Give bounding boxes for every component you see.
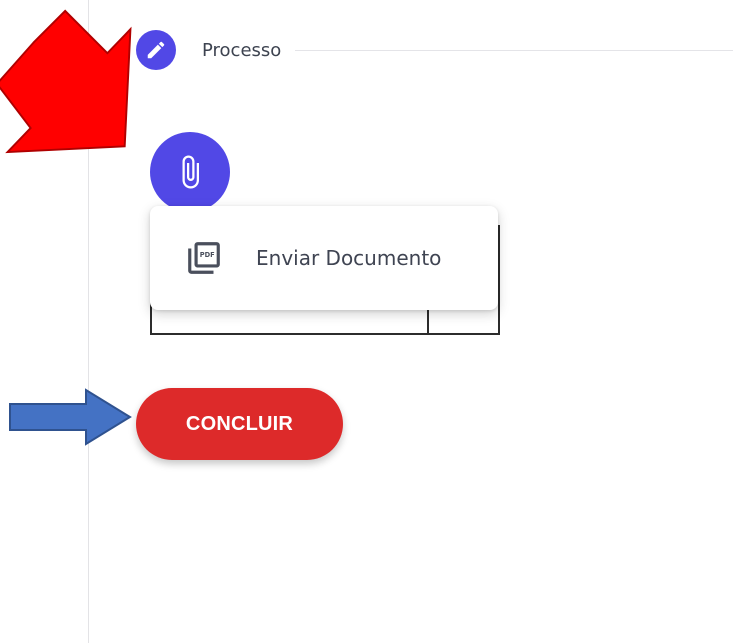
blue-arrow-annotation — [9, 388, 132, 446]
section-header: Processo — [136, 30, 733, 70]
red-arrow-annotation — [0, 9, 132, 154]
paperclip-icon — [182, 155, 199, 189]
attach-button[interactable] — [150, 132, 230, 212]
conclude-button[interactable]: CONCLUIR — [136, 388, 343, 460]
svg-text:PDF: PDF — [200, 251, 215, 259]
menu-item-label[interactable]: Enviar Documento — [256, 246, 441, 270]
section-divider — [295, 49, 733, 51]
menu-item-send-document[interactable]: PDF — [184, 238, 224, 278]
section-title: Processo — [202, 39, 282, 61]
attachment-menu: PDF Enviar Documento — [150, 206, 498, 310]
pdf-file-icon: PDF — [188, 242, 220, 274]
